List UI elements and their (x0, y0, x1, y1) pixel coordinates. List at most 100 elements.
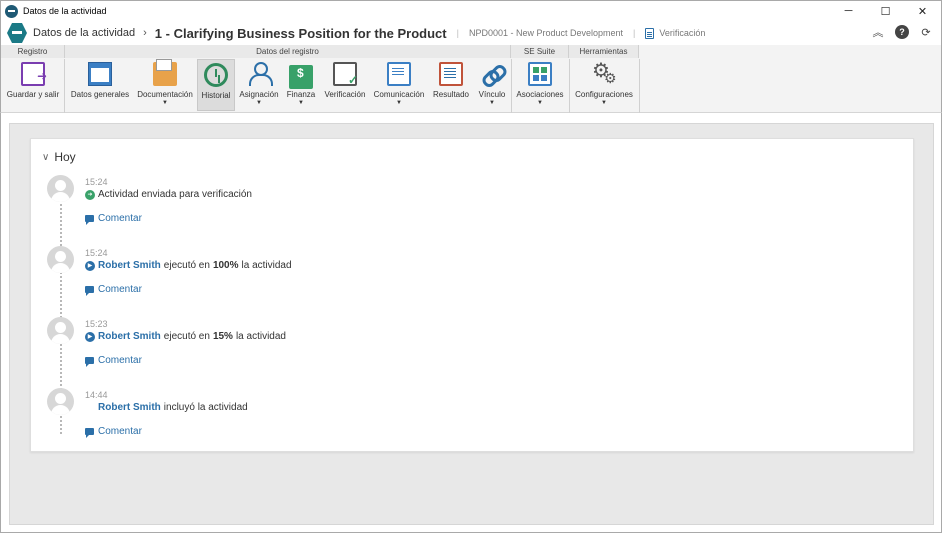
chevron-down-icon: ▼ (489, 100, 495, 106)
verification-button[interactable]: Verificación (321, 59, 369, 111)
history-panel: ∨ Hoy 15:24 ➜ Actividad enviada para ver… (9, 123, 934, 525)
general-data-button[interactable]: Datos generales (69, 59, 131, 111)
message-icon (387, 62, 411, 86)
comment-label[interactable]: Comentar (98, 355, 142, 366)
comment-icon (85, 428, 94, 438)
play-status-icon: ▶ (85, 331, 95, 342)
minimize-button[interactable]: ─ (830, 1, 867, 21)
chevron-down-icon: ▼ (298, 100, 304, 106)
play-status-icon: ▶ (85, 260, 95, 271)
group-datos-registro: Datos del registro (65, 45, 511, 58)
header-divider: | (456, 28, 459, 38)
timeline-entry: 15:23 ▶ Robert Smith ejecutó en 15% la a… (47, 317, 897, 377)
timeline-card: ∨ Hoy 15:24 ➜ Actividad enviada para ver… (30, 138, 914, 452)
assignment-button[interactable]: Asignación ▼ (237, 59, 281, 111)
window-title: Datos de la actividad (23, 6, 107, 16)
folder-icon (153, 59, 177, 86)
avatar (47, 246, 74, 273)
finance-label: Finanza (286, 90, 316, 99)
entry-message: ▶ Robert Smith ejecutó en 100% la activi… (85, 260, 292, 271)
window-controls: ─ ☐ ✕ (830, 1, 941, 21)
link-button[interactable]: Vínculo ▼ (475, 59, 509, 111)
timeline-entry: 15:24 ▶ Robert Smith ejecutó en 100% la … (47, 246, 897, 306)
timeline-entry: 15:24 ➜ Actividad enviada para verificac… (47, 175, 897, 235)
gears-icon (592, 58, 617, 87)
chevron-down-icon: ▼ (162, 100, 168, 106)
avatar (47, 388, 74, 415)
history-button[interactable]: Historial (197, 59, 235, 111)
result-icon (439, 62, 463, 86)
comment-link[interactable]: Comentar (85, 426, 142, 438)
user-link[interactable]: Robert Smith (98, 402, 161, 413)
result-button[interactable]: Resultado (430, 59, 472, 111)
user-link[interactable]: Robert Smith (98, 331, 161, 342)
entry-text-after: la actividad (241, 260, 292, 271)
group-se-suite: SE Suite (511, 45, 569, 58)
comment-label[interactable]: Comentar (98, 426, 142, 437)
page-header: Datos de la actividad › 1 - Clarifying B… (0, 21, 942, 45)
entry-time: 15:24 (85, 248, 108, 258)
finance-button[interactable]: Finanza ▼ (284, 59, 318, 111)
header-divider: | (633, 28, 636, 38)
ribbon-buttons: Guardar y salir Datos generales Document… (1, 58, 941, 113)
chevron-down-icon: ▼ (537, 100, 543, 106)
group-herramientas: Herramientas (569, 45, 639, 58)
save-exit-label: Guardar y salir (6, 90, 60, 99)
configurations-label: Configuraciones (575, 90, 633, 99)
chevron-down-icon: ▼ (396, 100, 402, 106)
communication-label: Comunicación (373, 90, 425, 99)
user-link[interactable]: Robert Smith (98, 260, 161, 271)
chevron-down-icon: ▼ (256, 100, 262, 106)
configurations-button[interactable]: Configuraciones ▼ (572, 58, 636, 111)
timeline-entry: 14:44 Robert Smith incluyó la actividad … (47, 388, 897, 448)
comment-label[interactable]: Comentar (98, 284, 142, 295)
associations-button[interactable]: Asociaciones ▼ (514, 59, 566, 111)
collapse-icon[interactable]: ︽ (871, 25, 885, 39)
avatar (47, 317, 74, 344)
associations-label: Asociaciones (516, 90, 564, 99)
history-icon (204, 63, 228, 87)
documentation-label: Documentación (137, 90, 193, 99)
section-header-today[interactable]: ∨ Hoy (42, 150, 76, 164)
comment-link[interactable]: Comentar (85, 284, 142, 296)
help-icon[interactable]: ? (895, 25, 909, 39)
general-data-icon (88, 62, 112, 86)
entry-text: ejecutó en (163, 260, 210, 271)
chevron-down-icon[interactable]: ∨ (42, 152, 49, 163)
window-titlebar: Datos de la actividad ─ ☐ ✕ (0, 0, 942, 21)
close-button[interactable]: ✕ (904, 1, 941, 21)
checklist-icon (333, 62, 358, 87)
section-label: Hoy (54, 150, 76, 164)
group-registro: Registro (1, 45, 65, 58)
breadcrumb-chevron-icon: › (143, 27, 147, 39)
header-actions: ︽ ? ⟳ (871, 25, 933, 39)
breadcrumb-root: Datos de la actividad (33, 27, 136, 39)
refresh-icon[interactable]: ⟳ (919, 25, 933, 39)
save-exit-button[interactable]: Guardar y salir (4, 59, 62, 111)
comment-label[interactable]: Comentar (98, 213, 142, 224)
comment-icon (85, 215, 94, 225)
comment-icon (85, 286, 94, 296)
link-icon (480, 62, 504, 86)
communication-button[interactable]: Comunicación ▼ (372, 59, 426, 111)
verification-status-icon (645, 27, 655, 39)
entry-text: incluyó la actividad (163, 402, 248, 413)
app-icon (5, 4, 18, 18)
comment-link[interactable]: Comentar (85, 355, 142, 367)
entry-text-after: la actividad (235, 331, 286, 342)
entry-time: 15:24 (85, 177, 108, 187)
entry-text: ejecutó en (163, 331, 210, 342)
users-icon (247, 62, 273, 86)
page-title: 1 - Clarifying Business Position for the… (154, 25, 447, 41)
ribbon-groups: Registro Datos del registro SE Suite Her… (1, 45, 941, 58)
comment-link[interactable]: Comentar (85, 213, 142, 225)
assignment-label: Asignación (239, 90, 279, 99)
avatar (47, 175, 74, 202)
verification-label: Verificación (324, 90, 366, 99)
maximize-button[interactable]: ☐ (867, 1, 904, 21)
entry-time: 15:23 (85, 319, 108, 329)
documentation-button[interactable]: Documentación ▼ (135, 59, 195, 111)
entry-message: ▶ Robert Smith ejecutó en 15% la activid… (85, 331, 286, 342)
money-icon (289, 65, 313, 89)
associations-icon (528, 62, 552, 86)
